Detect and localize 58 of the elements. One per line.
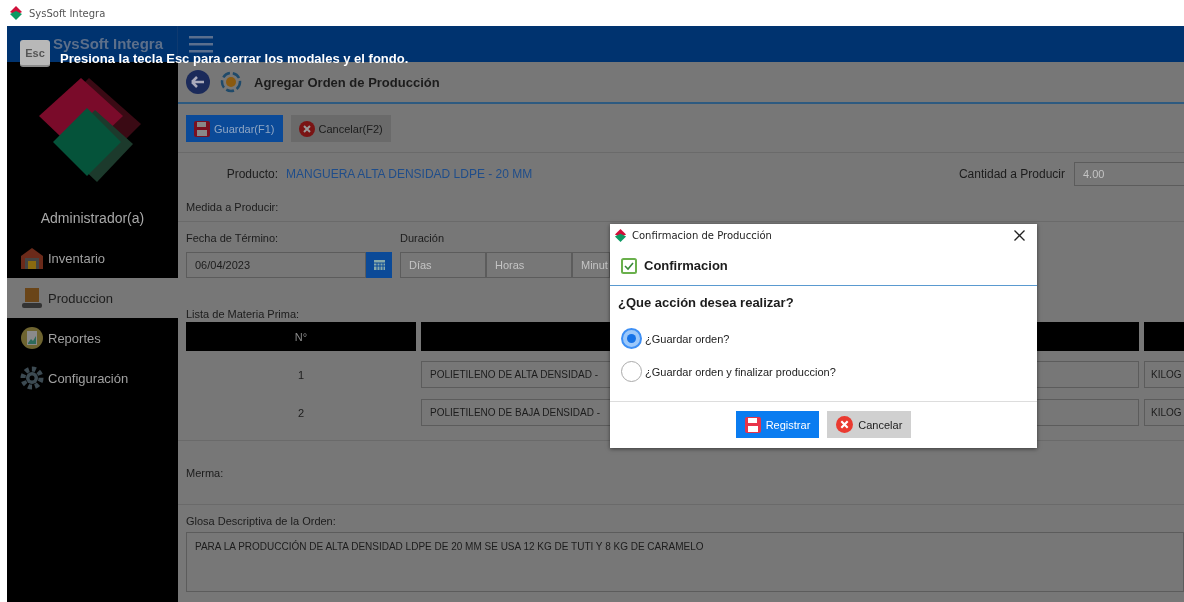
- section-label: Lista de Materia Prima:: [186, 308, 300, 320]
- esc-key: Esc: [20, 40, 50, 67]
- page-title: Agregar Orden de Producción: [254, 74, 440, 90]
- menu-icon[interactable]: [189, 35, 213, 53]
- product-name: MANGUERA ALTA DENSIDAD LDPE - 20 MM: [286, 167, 533, 181]
- dialog-question: ¿Que acción desea realizar?: [617, 294, 795, 312]
- save-button[interactable]: Guardar(F1): [186, 115, 283, 142]
- column-header: N°: [186, 322, 416, 351]
- warehouse-icon: [20, 246, 44, 270]
- production-icon: [220, 71, 242, 93]
- field-label: Producto:: [225, 167, 278, 181]
- report-icon: [20, 326, 44, 350]
- table-cell-text: 2: [296, 405, 306, 421]
- field-label: Fecha de Término:: [186, 232, 280, 244]
- radio-option[interactable]: ¿Guardar orden y finalizar produccion?: [621, 361, 1037, 382]
- radio-button[interactable]: [621, 361, 642, 382]
- field-label: Merma:: [186, 466, 224, 479]
- calendar-icon: [373, 260, 385, 270]
- field-label: Medida a Producir:: [186, 201, 279, 213]
- calendar-button[interactable]: [366, 252, 392, 278]
- close-icon: [298, 120, 315, 137]
- duration-field[interactable]: Días: [400, 252, 486, 278]
- table-cell-text: 1: [296, 367, 306, 383]
- quantity-field[interactable]: 4.00: [1074, 162, 1184, 186]
- field-label: Duración: [400, 232, 446, 244]
- sidebar-item[interactable]: Reportes: [7, 318, 178, 358]
- dialog-heading: Confirmacion: [644, 258, 728, 273]
- cancel-button[interactable]: Cancelar(F2): [290, 115, 391, 142]
- radio-button[interactable]: [621, 328, 642, 349]
- field-label: Glosa Descriptiva de la Orden:: [186, 515, 337, 527]
- date-field[interactable]: 06/04/2023: [186, 252, 366, 278]
- floppy-icon: [194, 120, 210, 137]
- field-label: Cantidad a Producir: [958, 167, 1065, 181]
- window-title: SysSoft Integra: [29, 7, 106, 19]
- gear-icon: [20, 366, 44, 390]
- dialog-title: Confirmacion de Producción: [632, 229, 772, 241]
- user-role: Administrador(a): [39, 210, 146, 226]
- hint-text: Presiona la tecla Esc para cerrar los modales y el fondo.: [60, 51, 409, 66]
- duration-field[interactable]: Horas: [486, 252, 572, 278]
- register-button[interactable]: Registrar: [735, 411, 820, 438]
- radio-option[interactable]: ¿Guardar orden?: [621, 328, 1037, 349]
- floppy-icon: [744, 416, 761, 433]
- back-icon[interactable]: [186, 70, 210, 94]
- unit-field[interactable]: KILOG: [1144, 399, 1184, 426]
- app-logo-icon: [9, 6, 23, 20]
- description-field[interactable]: PARA LA PRODUCCIÓN DE ALTA DENSIDAD LDPE DE 20 MM SE USA 12 KG DE TUTI Y 8 KG DE CARAMELO: [186, 532, 1184, 592]
- check-icon: [621, 257, 637, 274]
- sidebar-item[interactable]: Inventario: [7, 238, 178, 278]
- sidebar-item[interactable]: Configuración: [7, 358, 178, 398]
- unit-field[interactable]: KILOG: [1144, 361, 1184, 388]
- close-icon[interactable]: [1014, 229, 1025, 241]
- app-logo-icon: [614, 228, 627, 242]
- app-title: SysSoft Integra: [53, 35, 164, 52]
- sidebar-item[interactable]: Produccion: [7, 278, 178, 318]
- cancel-button[interactable]: Cancelar: [827, 411, 912, 438]
- conveyor-icon: [20, 286, 44, 310]
- duration-field[interactable]: Minut: [572, 252, 610, 278]
- close-icon: [836, 416, 854, 433]
